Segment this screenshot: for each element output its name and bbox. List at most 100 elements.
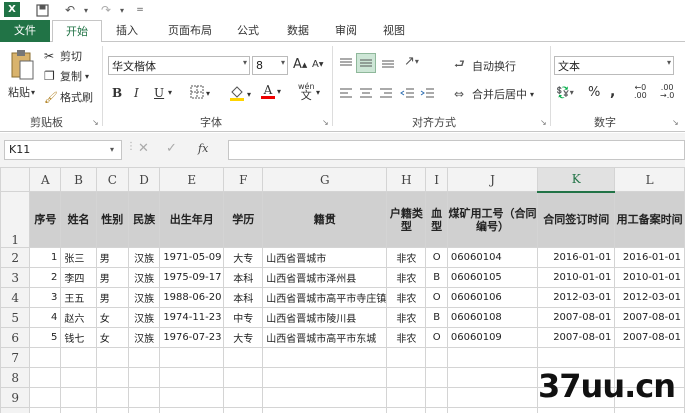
header-cell[interactable]: 籍贯 — [262, 191, 388, 248]
cell[interactable]: 男 — [95, 287, 129, 308]
redo-dropdown-icon[interactable]: ▾ — [116, 2, 128, 18]
percent-button[interactable]: % — [588, 85, 600, 100]
cell[interactable]: 4 — [29, 307, 62, 328]
cell[interactable]: 06060106 — [446, 287, 539, 308]
align-right-button[interactable] — [378, 86, 394, 100]
column-header[interactable]: H — [386, 167, 427, 192]
cell[interactable] — [425, 347, 448, 368]
cell[interactable]: 06060108 — [446, 307, 539, 328]
formula-input[interactable] — [228, 140, 685, 160]
cell[interactable] — [159, 407, 225, 413]
cell[interactable]: 山西省晋城市 — [262, 247, 388, 268]
cell[interactable] — [223, 367, 264, 388]
cell[interactable]: 大专 — [223, 247, 264, 268]
cell[interactable] — [95, 367, 129, 388]
cell[interactable]: 1971-05-09 — [159, 247, 225, 268]
cell[interactable]: 2012-03-01 — [537, 287, 616, 308]
cell[interactable] — [223, 407, 264, 413]
cell[interactable]: 2012-03-01 — [614, 287, 685, 308]
cell[interactable] — [425, 367, 448, 388]
cut-button[interactable]: ✂ 剪切 — [44, 48, 82, 64]
decrease-indent-button[interactable] — [400, 86, 416, 100]
chevron-down-icon[interactable]: ▾ — [110, 145, 114, 154]
tab-page-layout[interactable]: 页面布局 — [158, 20, 222, 42]
tab-home[interactable]: 开始 — [52, 20, 102, 43]
row-header[interactable]: 1 — [0, 191, 31, 248]
cell[interactable] — [60, 367, 97, 388]
cell[interactable]: 钱七 — [60, 327, 97, 348]
cell[interactable]: 2 — [29, 267, 62, 288]
increase-decimal-button[interactable]: ←0.00 — [634, 84, 647, 100]
cell[interactable] — [425, 387, 448, 408]
header-cell[interactable]: 出生年月 — [159, 191, 225, 248]
header-cell[interactable]: 户籍类型 — [386, 191, 427, 248]
cell[interactable]: 汉族 — [127, 307, 161, 328]
cell[interactable]: 非农 — [386, 307, 427, 328]
cell[interactable]: 汉族 — [127, 327, 161, 348]
row-header[interactable]: 5 — [0, 307, 31, 328]
cell[interactable] — [223, 387, 264, 408]
header-cell[interactable]: 血型 — [425, 191, 448, 248]
row-header[interactable]: 8 — [0, 367, 31, 388]
row-header[interactable]: 3 — [0, 267, 31, 288]
font-name-select[interactable]: 华文楷体 ▾ — [108, 56, 250, 75]
decrease-decimal-button[interactable]: .00 →.0 — [660, 84, 674, 100]
cell[interactable] — [425, 407, 448, 413]
align-bottom-button[interactable] — [380, 56, 396, 70]
insert-function-icon[interactable]: fx — [198, 142, 208, 155]
cell[interactable]: 非农 — [386, 247, 427, 268]
clipboard-launcher-icon[interactable]: ↘ — [92, 118, 99, 127]
undo-dropdown-icon[interactable]: ▾ — [80, 2, 92, 18]
cell[interactable] — [386, 347, 427, 368]
cell[interactable]: 1974-11-23 — [159, 307, 225, 328]
align-center-button[interactable] — [358, 86, 374, 100]
row-header[interactable]: 6 — [0, 327, 31, 348]
header-cell[interactable]: 用工备案时间 — [614, 191, 685, 248]
cell[interactable] — [95, 387, 129, 408]
cell[interactable]: 1 — [29, 247, 62, 268]
column-header[interactable]: L — [614, 167, 685, 192]
cell[interactable] — [262, 347, 388, 368]
column-header[interactable]: A — [29, 167, 62, 192]
align-left-button[interactable] — [338, 86, 354, 100]
cell[interactable] — [127, 387, 161, 408]
cell[interactable]: O — [425, 247, 448, 268]
cell[interactable]: 汉族 — [127, 287, 161, 308]
cell[interactable]: 2007-08-01 — [614, 327, 685, 348]
cell[interactable] — [60, 387, 97, 408]
align-middle-button[interactable] — [356, 53, 376, 73]
column-header[interactable]: J — [446, 167, 539, 192]
header-cell[interactable]: 民族 — [127, 191, 161, 248]
orientation-button[interactable]: ↗ ▾ — [404, 54, 419, 69]
shrink-font-button[interactable]: A ▼ — [312, 59, 323, 70]
cell[interactable]: 非农 — [386, 267, 427, 288]
cell[interactable]: 张三 — [60, 247, 97, 268]
cell[interactable] — [446, 407, 539, 413]
cell[interactable]: 山西省晋城市陵川县 — [262, 307, 388, 328]
save-icon[interactable] — [34, 2, 50, 18]
cell[interactable] — [60, 407, 97, 413]
fill-color-button[interactable]: ▾ — [229, 84, 251, 105]
underline-button[interactable]: U — [154, 86, 164, 100]
column-header[interactable]: D — [127, 167, 161, 192]
column-header-selected[interactable]: K — [537, 167, 616, 193]
italic-button[interactable]: I — [134, 86, 139, 100]
cell[interactable]: 汉族 — [127, 267, 161, 288]
bold-button[interactable]: B — [112, 86, 122, 100]
header-cell[interactable]: 性别 — [95, 191, 129, 248]
phonetic-guide-button[interactable]: wén 文 — [298, 82, 315, 101]
cell[interactable]: 非农 — [386, 327, 427, 348]
header-cell[interactable]: 煤矿用工号（合同编号） — [446, 191, 539, 248]
tab-formulas[interactable]: 公式 — [228, 20, 268, 42]
paste-button[interactable]: 粘贴 ▾ — [8, 84, 42, 100]
confirm-icon[interactable]: ✓ — [166, 141, 177, 156]
format-painter-button[interactable]: 🖌 格式刷 — [44, 89, 93, 105]
cell[interactable]: 3 — [29, 287, 62, 308]
column-header[interactable]: I — [425, 167, 448, 192]
font-launcher-icon[interactable]: ↘ — [322, 118, 329, 127]
cell[interactable]: 大专 — [223, 327, 264, 348]
row-header[interactable]: 10 — [0, 407, 31, 413]
grow-font-button[interactable]: A ▲ — [293, 57, 307, 72]
row-header[interactable]: 9 — [0, 387, 31, 408]
cell[interactable] — [446, 387, 539, 408]
